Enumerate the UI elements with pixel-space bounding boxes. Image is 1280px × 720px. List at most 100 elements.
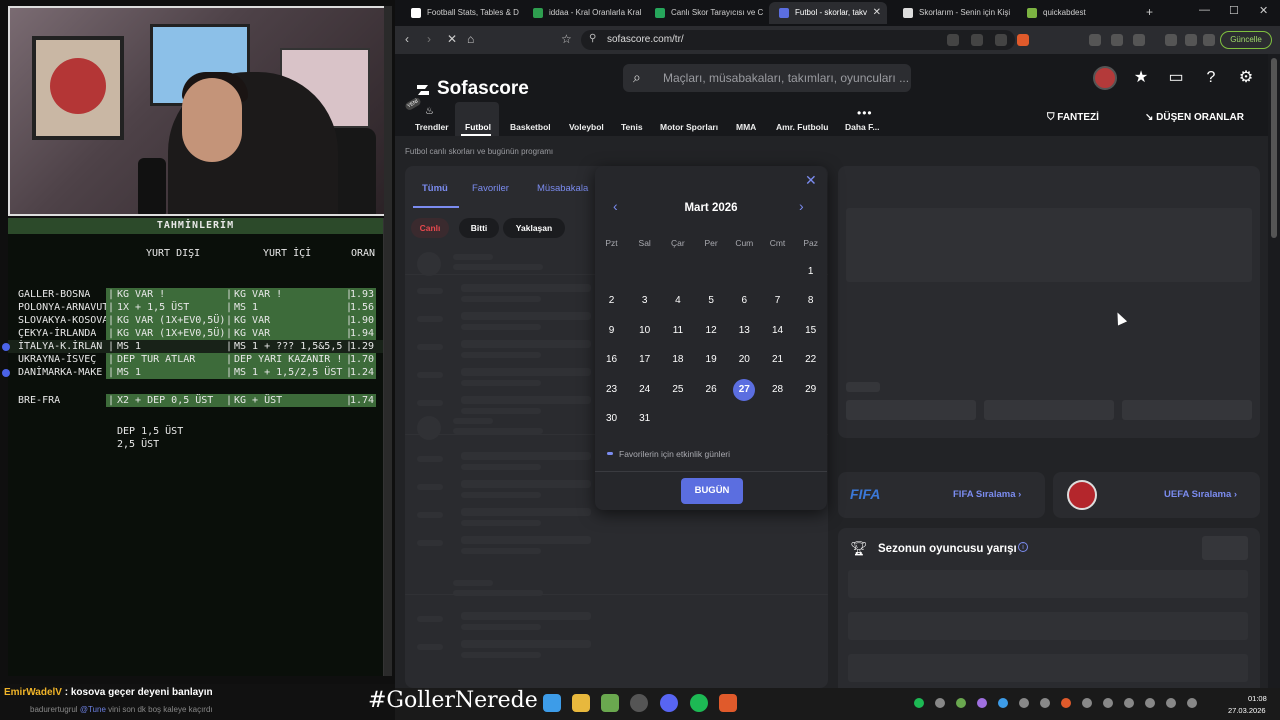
sport-tab-trendler[interactable]: Trendler xyxy=(415,122,449,132)
downloads-icon[interactable] xyxy=(1133,34,1145,46)
close-icon[interactable]: ✕ xyxy=(805,172,817,189)
calendar-day[interactable]: 26 xyxy=(695,379,728,401)
media-icon[interactable] xyxy=(1165,34,1177,46)
brave-icon[interactable] xyxy=(719,694,737,712)
calendar-day[interactable]: 14 xyxy=(761,320,794,342)
today-button[interactable]: BUGÜN xyxy=(681,478,743,504)
calendar-day[interactable]: 22 xyxy=(794,349,827,371)
browser-tab[interactable]: quickabdest xyxy=(1017,2,1135,24)
calendar-day[interactable]: 6 xyxy=(728,290,761,312)
sport-tab-mma[interactable]: MMA xyxy=(736,122,756,132)
calendar-day[interactable]: 3 xyxy=(628,290,661,312)
browser-tab[interactable]: Skorlarım - Senin için Kişi xyxy=(893,2,1011,24)
browser-tab[interactable]: Canlı Skor Tarayıcısı ve Ca xyxy=(645,2,763,24)
browser-tab[interactable]: Football Stats, Tables & D xyxy=(401,2,519,24)
sport-tab-amr-futbolu[interactable]: Amr. Futbolu xyxy=(776,122,828,132)
sport-tab-tenis[interactable]: Tenis xyxy=(621,122,643,132)
obs-icon[interactable] xyxy=(630,694,648,712)
sport-tab-motor-sporlar-[interactable]: Motor Sporları xyxy=(660,122,718,132)
browser-tab[interactable]: Futbol - skorlar, takv ✕ xyxy=(769,2,887,24)
update-button[interactable]: Güncelle xyxy=(1220,31,1272,49)
sport-tab-daha-f-[interactable]: Daha F... xyxy=(845,122,879,132)
uefa-ranking-card[interactable]: UEFA Sıralama › xyxy=(1053,472,1260,518)
tray-icon[interactable] xyxy=(914,698,924,708)
tab-close-icon[interactable]: ✕ xyxy=(873,2,881,24)
more-sports-icon[interactable]: ••• xyxy=(857,106,873,120)
tray-icon[interactable] xyxy=(956,698,966,708)
calendar-day[interactable]: 27 xyxy=(728,379,761,401)
discord-icon[interactable] xyxy=(660,694,678,712)
tab-competitions[interactable]: Müsabakala xyxy=(537,183,588,194)
bookmark-icon[interactable]: ☆ xyxy=(561,32,572,46)
new-tab-icon[interactable]: + xyxy=(1146,5,1153,19)
tray-icon[interactable] xyxy=(1019,698,1029,708)
settings-gear-icon[interactable]: ⚙ xyxy=(1236,68,1256,88)
forward-icon[interactable]: › xyxy=(427,32,431,46)
calendar-day[interactable]: 7 xyxy=(761,290,794,312)
calendar-day[interactable]: 15 xyxy=(794,320,827,342)
tab-favorites[interactable]: Favoriler xyxy=(472,183,509,194)
calendar-day[interactable]: 4 xyxy=(661,290,694,312)
calendar-day[interactable]: 18 xyxy=(661,349,694,371)
browser-tab[interactable]: iddaa - Kral Oranlarla Kral xyxy=(523,2,641,24)
calendar-day[interactable]: 31 xyxy=(628,408,661,430)
calendar-day[interactable]: 2 xyxy=(595,290,628,312)
calendar-day[interactable]: 28 xyxy=(761,379,794,401)
tray-icon[interactable] xyxy=(1082,698,1092,708)
spotify-icon[interactable] xyxy=(690,694,708,712)
info-icon[interactable]: i xyxy=(1018,542,1028,552)
share-icon[interactable] xyxy=(995,34,1007,46)
fifa-ranking-link[interactable]: FIFA Sıralama › xyxy=(953,489,1021,500)
filter-upcoming[interactable]: Yaklaşan xyxy=(503,218,565,238)
calendar-day[interactable]: 13 xyxy=(728,320,761,342)
calendar-day[interactable]: 5 xyxy=(695,290,728,312)
filter-live[interactable]: Canlı xyxy=(411,218,449,238)
tab-all[interactable]: Tümü xyxy=(422,183,448,194)
help-icon[interactable]: ? xyxy=(1201,68,1221,88)
sport-tab-voleybol[interactable]: Voleybol xyxy=(569,122,604,132)
calendar-day[interactable]: 17 xyxy=(628,349,661,371)
fantasy-link[interactable]: ⛉ FANTEZİ xyxy=(1047,112,1099,123)
tray-icon[interactable] xyxy=(1040,698,1050,708)
tray-icon[interactable] xyxy=(1187,698,1197,708)
calendar-day[interactable]: 1 xyxy=(794,261,827,283)
fifa-ranking-card[interactable]: FIFA FIFA Sıralama › xyxy=(838,472,1045,518)
calendar-day[interactable]: 16 xyxy=(595,349,628,371)
extensions-icon[interactable] xyxy=(1111,34,1123,46)
start-icon[interactable] xyxy=(543,694,561,712)
tray-icon[interactable] xyxy=(935,698,945,708)
vpn-icon[interactable] xyxy=(1203,34,1215,46)
tray-icon[interactable] xyxy=(1103,698,1113,708)
tray-icon[interactable] xyxy=(1166,698,1176,708)
close-window-icon[interactable]: ✕ xyxy=(1259,4,1268,17)
site-info-icon[interactable]: ⚲ xyxy=(589,33,596,44)
notepad-icon[interactable] xyxy=(601,694,619,712)
tray-icon[interactable] xyxy=(1061,698,1071,708)
favorites-star-icon[interactable]: ★ xyxy=(1131,68,1151,88)
calendar-day[interactable]: 9 xyxy=(595,320,628,342)
tray-icon[interactable] xyxy=(1124,698,1134,708)
sidebar-icon[interactable] xyxy=(1185,34,1197,46)
dropping-odds-link[interactable]: ↘ DÜŞEN ORANLAR xyxy=(1145,112,1244,123)
calendar-day[interactable]: 20 xyxy=(728,349,761,371)
file-explorer-icon[interactable] xyxy=(572,694,590,712)
brave-shield-icon[interactable] xyxy=(1017,34,1029,46)
search-input[interactable]: ⌕ Maçları, müsabakaları, takımları, oyun… xyxy=(623,64,911,92)
calendar-day[interactable]: 23 xyxy=(595,379,628,401)
sport-tab-basketbol[interactable]: Basketbol xyxy=(510,122,551,132)
minimize-icon[interactable]: — xyxy=(1199,4,1210,16)
calendar-day[interactable]: 30 xyxy=(595,408,628,430)
calendar-day[interactable]: 12 xyxy=(695,320,728,342)
calendar-day[interactable]: 19 xyxy=(695,349,728,371)
calendar-day[interactable]: 29 xyxy=(794,379,827,401)
filter-finished[interactable]: Bitti xyxy=(459,218,499,238)
calendar-day[interactable]: 10 xyxy=(628,320,661,342)
home-icon[interactable]: ⌂ xyxy=(467,32,474,46)
maximize-icon[interactable]: ☐ xyxy=(1229,4,1239,17)
next-month-icon[interactable]: › xyxy=(799,198,804,214)
tray-icon[interactable] xyxy=(977,698,987,708)
user-avatar[interactable] xyxy=(1093,66,1117,90)
tv-icon[interactable]: ▭ xyxy=(1166,68,1186,88)
calendar-day[interactable]: 8 xyxy=(794,290,827,312)
install-app-icon[interactable] xyxy=(947,34,959,46)
